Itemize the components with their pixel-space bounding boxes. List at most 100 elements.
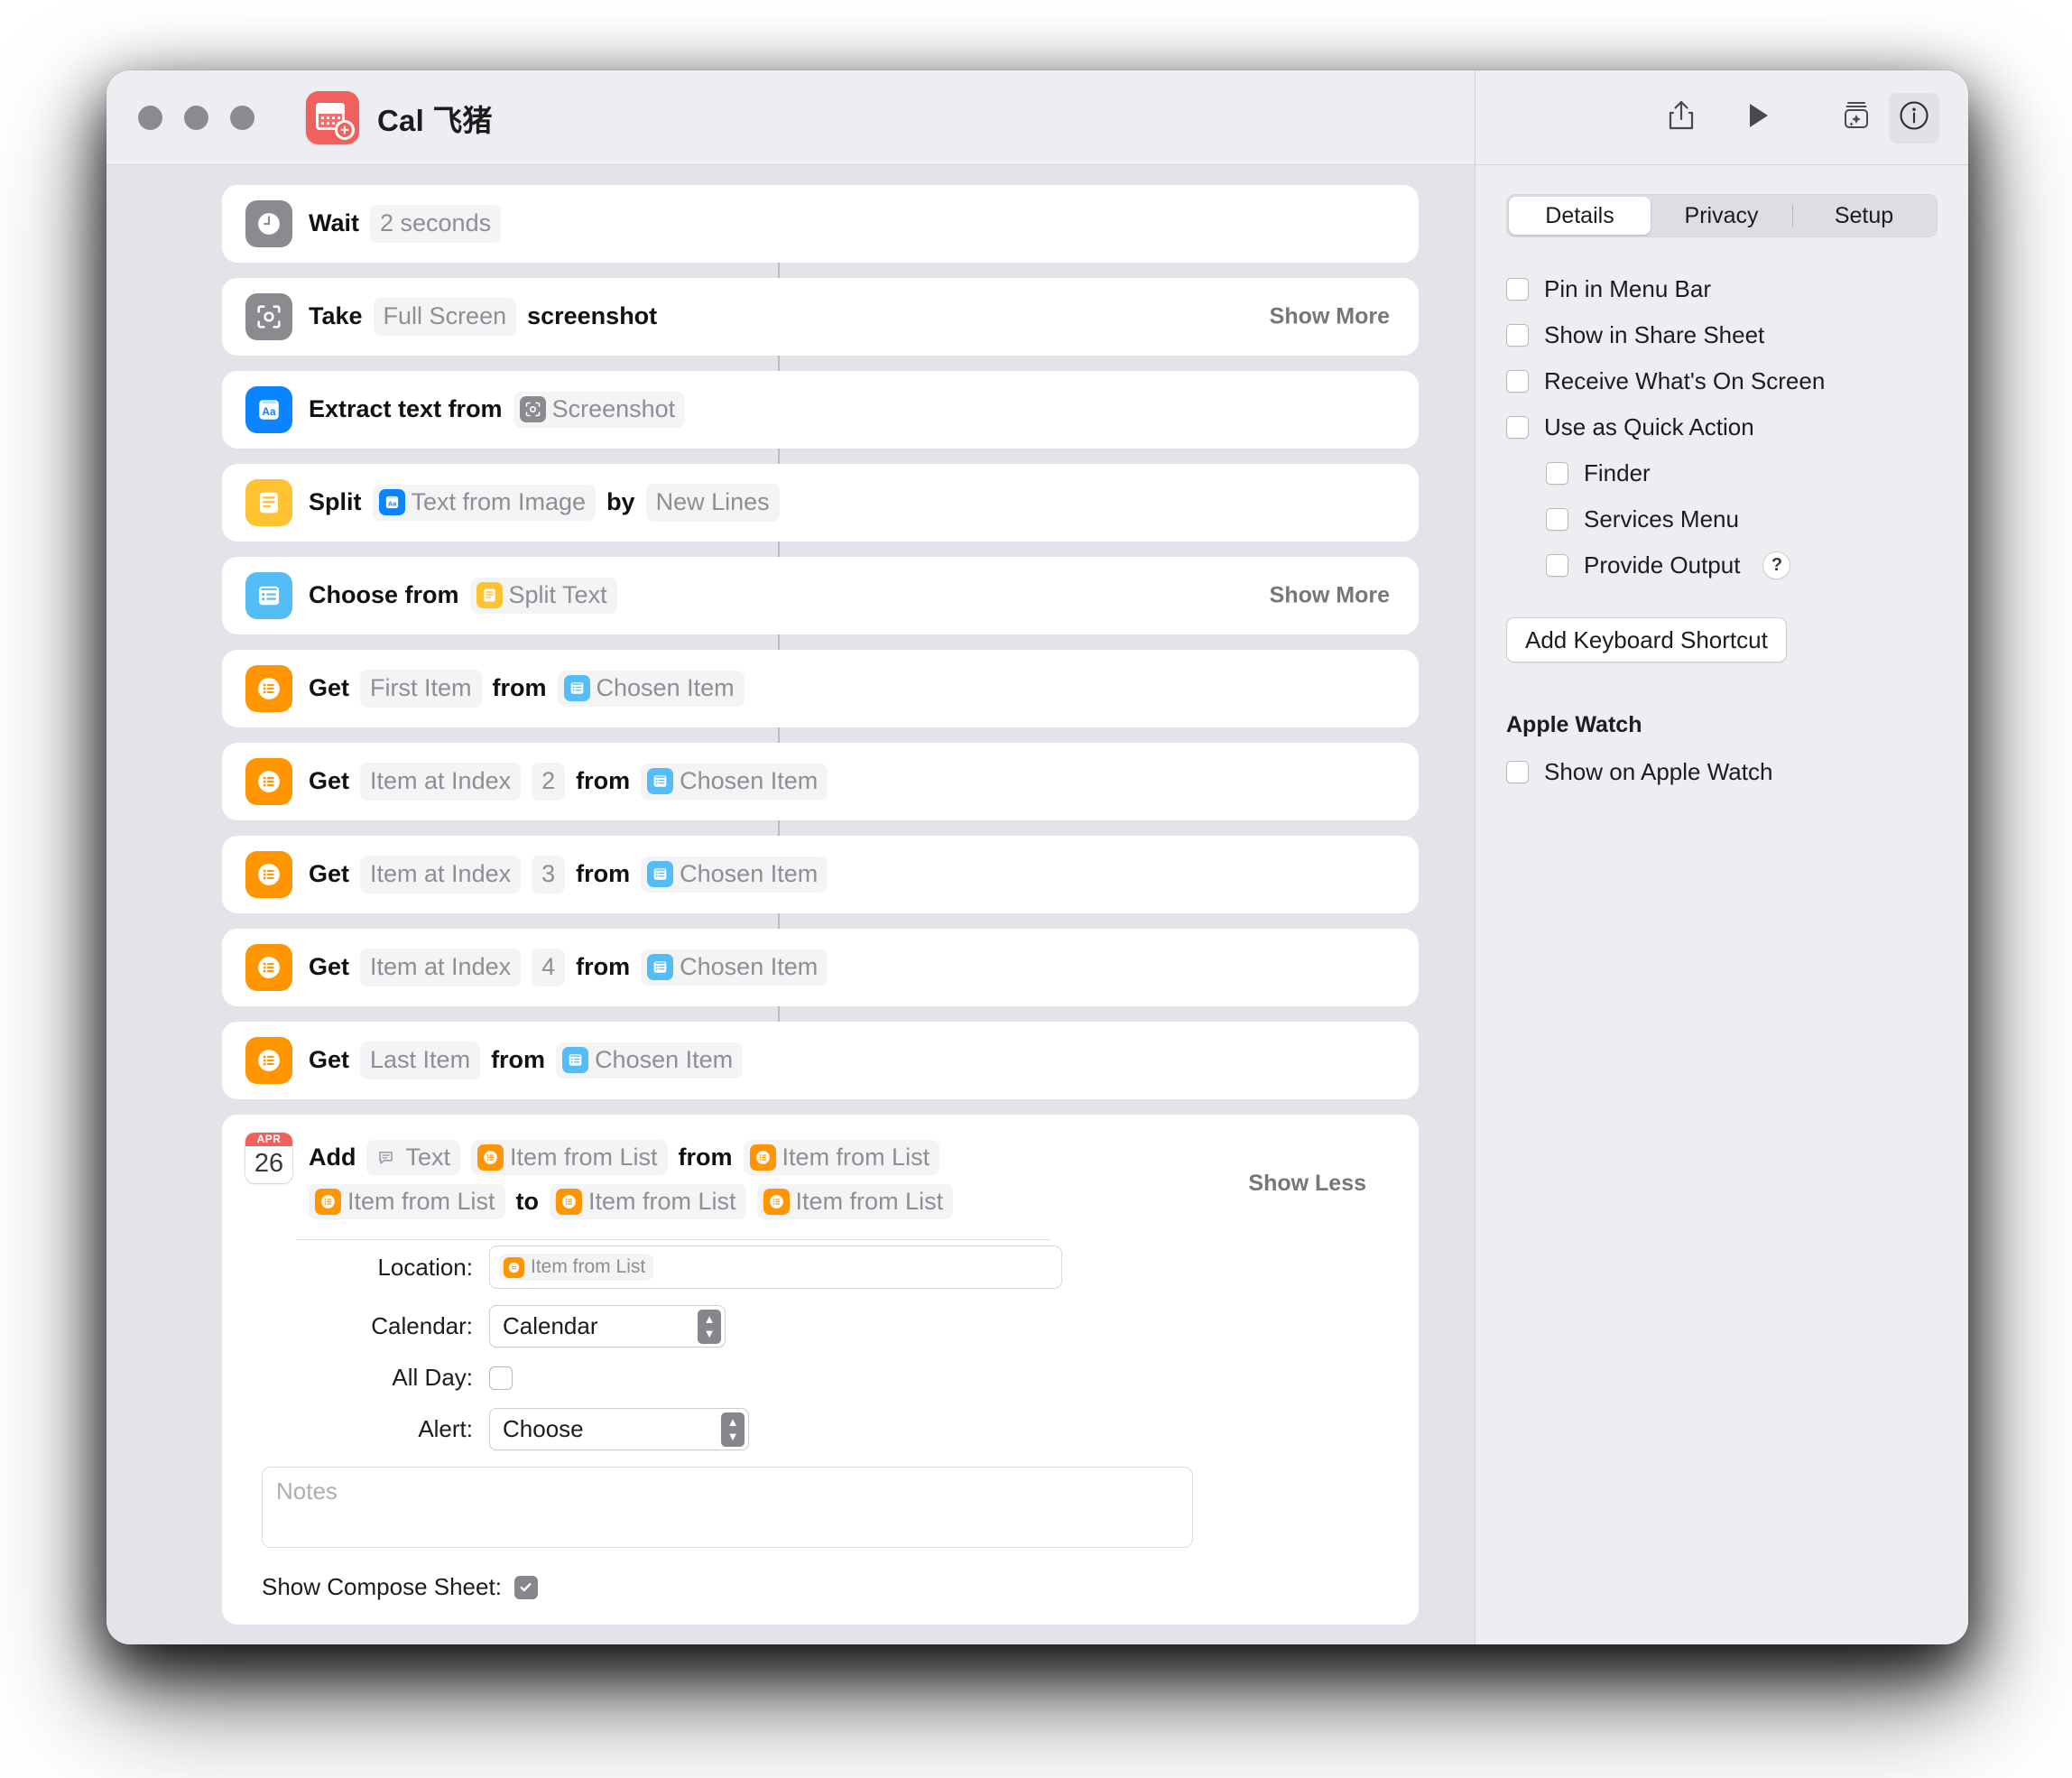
variable-token[interactable]: Item from List	[743, 1140, 940, 1176]
action-parameter[interactable]: Item at Index	[360, 949, 522, 986]
action-index-parameter[interactable]: 3	[532, 856, 566, 894]
share-button[interactable]	[1656, 93, 1707, 144]
chevron-updown-icon: ▲ ▼	[698, 1309, 721, 1344]
tab-privacy[interactable]: Privacy	[1651, 197, 1792, 235]
action-row[interactable]: Get Item at Index 4 from Chosen Item	[222, 929, 1419, 1006]
action-row[interactable]: Get Item at Index 3 from Chosen Item	[222, 836, 1419, 913]
variable-token[interactable]: Aa Text from Image	[372, 485, 597, 521]
variable-token[interactable]: Screenshot	[513, 392, 686, 428]
action-row[interactable]: Get Item at Index 2 from Chosen Item	[222, 743, 1419, 820]
action-connector	[778, 727, 780, 743]
checkbox-receive-what-s-on-screen[interactable]	[1506, 370, 1529, 393]
action-row[interactable]: Take Full Screen screenshot Show More	[222, 278, 1419, 356]
add-event-line-2: Item from List to Item from List Item from …	[309, 1184, 964, 1220]
token-label: Item from List	[782, 1144, 930, 1171]
action-text: Get Item at Index 2 from Chosen Item	[309, 763, 838, 801]
checkbox-provide-output[interactable]	[1546, 554, 1568, 577]
variable-token[interactable]: Chosen Item	[641, 764, 828, 800]
action-index-parameter[interactable]: 2	[532, 763, 566, 801]
tab-details[interactable]: Details	[1509, 197, 1651, 235]
option-row[interactable]: Show in Share Sheet	[1506, 321, 1938, 349]
action-parameter[interactable]: First Item	[360, 670, 482, 708]
checkbox-use-as-quick-action[interactable]	[1506, 416, 1529, 439]
alert-field-row: Alert: Choose ▲ ▼	[245, 1408, 1395, 1451]
action-index-parameter[interactable]: 4	[532, 949, 566, 986]
option-label: Services Menu	[1584, 505, 1739, 532]
variable-token[interactable]: Chosen Item	[557, 671, 745, 707]
show-on-apple-watch-checkbox[interactable]	[1506, 761, 1529, 783]
option-row[interactable]: Use as Quick Action	[1506, 413, 1938, 441]
text-recognition-icon: Aa	[378, 489, 405, 516]
add-keyboard-shortcut-button[interactable]: Add Keyboard Shortcut	[1506, 617, 1787, 662]
show-more-toggle[interactable]: Show More	[1270, 304, 1390, 330]
option-row[interactable]: Receive What's On Screen	[1506, 367, 1938, 395]
variable-token[interactable]: Item from List	[471, 1140, 668, 1176]
info-button[interactable]	[1889, 92, 1939, 144]
action-connector	[778, 542, 780, 557]
help-icon[interactable]: ?	[1762, 551, 1791, 579]
variable-token[interactable]: Split Text	[469, 578, 617, 614]
show-less-toggle[interactable]: Show Less	[1248, 1171, 1366, 1197]
apple-watch-option-row[interactable]: Show on Apple Watch	[1506, 758, 1938, 786]
notes-input[interactable]: Notes	[262, 1467, 1193, 1549]
location-input[interactable]: Item from List	[489, 1246, 1062, 1290]
minimize-button[interactable]	[184, 106, 208, 130]
action-parameter[interactable]: Item at Index	[360, 763, 522, 801]
inspector-options: Pin in Menu Bar Show in Share Sheet Receiv…	[1506, 275, 1938, 579]
action-row[interactable]: Get Last Item from Chosen Item	[222, 1022, 1419, 1099]
action-connector	[778, 449, 780, 464]
variable-token[interactable]: Item from List	[499, 1254, 654, 1282]
checkbox-show-in-share-sheet[interactable]	[1506, 324, 1529, 347]
action-parameter[interactable]: Item at Index	[360, 856, 522, 894]
action-library-icon	[1841, 100, 1872, 135]
action-row[interactable]: Wait 2 seconds	[222, 185, 1419, 263]
variable-token[interactable]: Chosen Item	[556, 1042, 744, 1079]
variable-token[interactable]: Chosen Item	[641, 857, 828, 893]
action-parameter[interactable]: Full Screen	[373, 298, 517, 336]
option-row[interactable]: Provide Output?	[1546, 551, 1938, 579]
action-text: Split Aa Text from Image by New Lines	[309, 484, 791, 522]
calendar-field-row: Calendar: Calendar ▲ ▼	[245, 1305, 1395, 1348]
calendar-icon-month: APR	[245, 1133, 292, 1146]
action-row[interactable]: Split Aa Text from Image by New Lines	[222, 464, 1419, 542]
action-row[interactable]: Get First Item from Chosen Item	[222, 650, 1419, 727]
option-row[interactable]: Finder	[1546, 459, 1938, 487]
variable-token[interactable]: Item from List	[309, 1184, 505, 1220]
action-row-add-event[interactable]: APR 26 Add Text Item from List from Item fro…	[222, 1115, 1419, 1625]
close-button[interactable]	[138, 106, 162, 130]
action-library-button[interactable]	[1831, 93, 1882, 144]
option-row[interactable]: Services Menu	[1546, 505, 1938, 533]
alert-select[interactable]: Choose ▲ ▼	[489, 1408, 749, 1451]
action-keyword: Take	[309, 302, 363, 330]
action-parameter[interactable]: Last Item	[360, 1042, 481, 1079]
workflow-canvas[interactable]: Wait 2 seconds Take Full Screen screenshot Sh…	[106, 165, 1475, 1644]
token-label: Item from List	[347, 1188, 495, 1216]
variable-token[interactable]: Chosen Item	[641, 949, 828, 986]
action-parameter[interactable]: 2 seconds	[370, 205, 502, 243]
inspector-tabs[interactable]: Details Privacy Setup	[1506, 194, 1938, 237]
checkbox-pin-in-menu-bar[interactable]	[1506, 278, 1529, 301]
add-event-line-1: Add Text Item from List from Item from List	[309, 1140, 964, 1176]
svg-text:Aa: Aa	[262, 405, 276, 418]
compose-sheet-checkbox[interactable]	[513, 1575, 538, 1599]
zoom-button[interactable]	[230, 106, 254, 130]
action-row[interactable]: Aa Extract text from Screenshot	[222, 371, 1419, 449]
variable-token[interactable]: Item from List	[550, 1184, 746, 1220]
compose-sheet-row: Show Compose Sheet:	[262, 1573, 1395, 1601]
action-connector	[778, 820, 780, 836]
list-icon	[477, 1144, 504, 1171]
show-more-toggle[interactable]: Show More	[1270, 583, 1390, 609]
calendar-select[interactable]: Calendar ▲ ▼	[489, 1305, 726, 1348]
variable-token[interactable]: Item from List	[756, 1184, 954, 1220]
checkbox-finder[interactable]	[1546, 462, 1568, 485]
run-button[interactable]	[1734, 93, 1784, 144]
variable-token[interactable]: Text	[366, 1140, 461, 1176]
traffic-lights	[138, 106, 254, 130]
action-parameter[interactable]: New Lines	[645, 484, 780, 522]
checkbox-services-menu[interactable]	[1546, 508, 1568, 531]
allday-checkbox[interactable]	[489, 1366, 513, 1390]
action-row[interactable]: Choose from Split Text Show More	[222, 557, 1419, 634]
option-row[interactable]: Pin in Menu Bar	[1506, 275, 1938, 303]
action-keyword: Get	[309, 860, 350, 888]
tab-setup[interactable]: Setup	[1793, 197, 1935, 235]
